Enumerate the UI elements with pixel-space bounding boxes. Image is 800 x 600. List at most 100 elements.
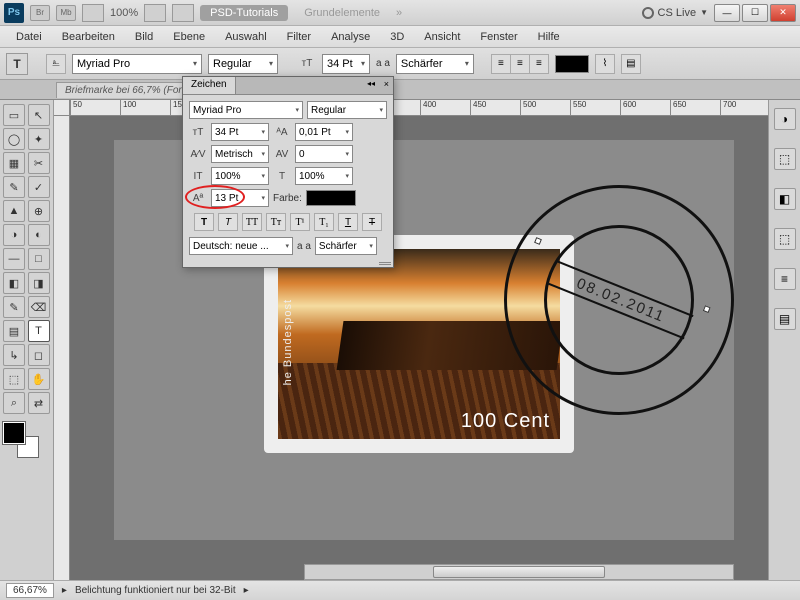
status-arrow-icon[interactable]: ▸ <box>62 585 67 596</box>
view-extras-dropdown[interactable] <box>82 4 104 22</box>
faux-italic-button[interactable]: T <box>218 213 238 231</box>
font-family-dropdown[interactable]: Myriad Pro <box>72 54 202 74</box>
status-zoom[interactable]: 66,67% <box>6 583 54 598</box>
cp-language[interactable]: Deutsch: neue ... <box>189 237 293 255</box>
font-style-dropdown[interactable]: Regular <box>208 54 278 74</box>
cp-color-swatch[interactable] <box>306 190 356 206</box>
tool-7[interactable]: ✓ <box>28 176 50 198</box>
strikethrough-button[interactable]: T <box>362 213 382 231</box>
close-button[interactable]: ✕ <box>770 4 796 22</box>
cp-kerning[interactable]: Metrisch <box>211 145 269 163</box>
dock-icon-2[interactable]: ◧ <box>774 188 796 210</box>
toggle-panels-button[interactable]: ▤ <box>621 54 641 74</box>
faux-bold-button[interactable]: T <box>194 213 214 231</box>
color-swatches[interactable] <box>3 422 43 458</box>
cp-antialias[interactable]: Schärfer <box>315 237 377 255</box>
antialias-dropdown[interactable]: Schärfer <box>396 54 474 74</box>
tool-6[interactable]: ✎ <box>3 176 25 198</box>
cp-font-style[interactable]: Regular <box>307 101 387 119</box>
character-tab[interactable]: Zeichen <box>183 77 236 94</box>
minibridge-button[interactable]: Mb <box>56 5 76 21</box>
maximize-button[interactable]: ☐ <box>742 4 768 22</box>
tool-10[interactable]: ◑ <box>3 224 25 246</box>
ruler-horizontal[interactable]: 5010015020025030035040045050055060065070… <box>70 100 768 116</box>
tool-20[interactable]: ↳ <box>3 344 25 366</box>
tool-3[interactable]: ✦ <box>28 128 50 150</box>
workspace-inactive[interactable]: Grundelemente <box>294 5 390 21</box>
scrollbar-horizontal[interactable] <box>304 564 734 580</box>
panel-close-icon[interactable]: × <box>384 79 389 89</box>
cs-live-button[interactable]: CS Live ▼ <box>642 7 708 19</box>
font-size-dropdown[interactable]: 34 Pt <box>322 54 370 74</box>
cp-tracking[interactable]: 0 <box>295 145 353 163</box>
tool-23[interactable]: ✋ <box>28 368 50 390</box>
foreground-color[interactable] <box>3 422 25 444</box>
subscript-button[interactable]: T₁ <box>314 213 334 231</box>
warp-text-button[interactable]: ⌇ <box>595 54 615 74</box>
menu-3d[interactable]: 3D <box>382 29 412 45</box>
workspace-more-icon[interactable]: » <box>396 7 402 19</box>
cp-font-family[interactable]: Myriad Pro <box>189 101 303 119</box>
dock-icon-5[interactable]: ▤ <box>774 308 796 330</box>
cp-hscale[interactable]: 100% <box>295 167 353 185</box>
text-orientation-button[interactable]: ⎁ <box>46 54 66 74</box>
panel-menu-icon[interactable] <box>379 262 391 265</box>
dock-icon-0[interactable]: ◑ <box>774 108 796 130</box>
menu-hilfe[interactable]: Hilfe <box>530 29 568 45</box>
align-center-button[interactable]: ≡ <box>510 54 530 74</box>
superscript-button[interactable]: T¹ <box>290 213 310 231</box>
tool-0[interactable]: ▭ <box>3 104 25 126</box>
tool-1[interactable]: ↖ <box>28 104 50 126</box>
smallcaps-button[interactable]: Tᴛ <box>266 213 286 231</box>
character-panel[interactable]: Zeichen ◂◂ × Myriad Pro Regular тT 34 Pt… <box>182 76 394 268</box>
tool-22[interactable]: ⬚ <box>3 368 25 390</box>
workspace-active[interactable]: PSD-Tutorials <box>200 5 288 21</box>
menu-ebene[interactable]: Ebene <box>165 29 213 45</box>
tool-21[interactable]: ◻ <box>28 344 50 366</box>
align-left-button[interactable]: ≡ <box>491 54 511 74</box>
ruler-corner[interactable] <box>54 100 70 116</box>
tool-5[interactable]: ✂ <box>28 152 50 174</box>
tool-4[interactable]: ▦ <box>3 152 25 174</box>
menu-bild[interactable]: Bild <box>127 29 161 45</box>
status-arrow-icon[interactable]: ▸ <box>244 585 249 596</box>
active-tool-icon[interactable]: T <box>6 53 28 75</box>
tool-14[interactable]: ◧ <box>3 272 25 294</box>
panel-collapse-icon[interactable]: ◂◂ <box>367 79 375 88</box>
menu-auswahl[interactable]: Auswahl <box>217 29 275 45</box>
arrange-docs-dropdown[interactable] <box>144 4 166 22</box>
tool-13[interactable]: □ <box>28 248 50 270</box>
menu-bearbeiten[interactable]: Bearbeiten <box>54 29 123 45</box>
tool-18[interactable]: ▤ <box>3 320 25 342</box>
dock-icon-4[interactable]: ≡ <box>774 268 796 290</box>
cp-font-size[interactable]: 34 Pt <box>211 123 269 141</box>
menu-filter[interactable]: Filter <box>279 29 319 45</box>
tool-25[interactable]: ⇄ <box>28 392 50 414</box>
allcaps-button[interactable]: TT <box>242 213 262 231</box>
tool-17[interactable]: ⌫ <box>28 296 50 318</box>
menu-datei[interactable]: Datei <box>8 29 50 45</box>
panel-tabbar[interactable]: Zeichen ◂◂ × <box>183 77 393 95</box>
ruler-vertical[interactable] <box>54 116 70 580</box>
tool-12[interactable]: — <box>3 248 25 270</box>
app-logo[interactable]: Ps <box>4 3 24 23</box>
zoom-level[interactable]: 100% <box>110 7 138 19</box>
tool-15[interactable]: ◨ <box>28 272 50 294</box>
tool-11[interactable]: ◐ <box>28 224 50 246</box>
tool-24[interactable]: ⌕ <box>3 392 25 414</box>
menu-fenster[interactable]: Fenster <box>472 29 525 45</box>
menu-ansicht[interactable]: Ansicht <box>416 29 468 45</box>
tool-9[interactable]: ⊕ <box>28 200 50 222</box>
tool-16[interactable]: ✎ <box>3 296 25 318</box>
cp-leading[interactable]: 0,01 Pt <box>295 123 353 141</box>
tool-8[interactable]: ▲ <box>3 200 25 222</box>
bridge-button[interactable]: Br <box>30 5 50 21</box>
dock-icon-1[interactable]: ⬚ <box>774 148 796 170</box>
tool-2[interactable]: ◯ <box>3 128 25 150</box>
text-color-swatch[interactable] <box>555 55 589 73</box>
tool-19[interactable]: T <box>28 320 50 342</box>
screen-mode-dropdown[interactable] <box>172 4 194 22</box>
minimize-button[interactable]: — <box>714 4 740 22</box>
cp-vscale[interactable]: 100% <box>211 167 269 185</box>
cp-baseline-shift[interactable]: 13 Pt <box>211 189 269 207</box>
